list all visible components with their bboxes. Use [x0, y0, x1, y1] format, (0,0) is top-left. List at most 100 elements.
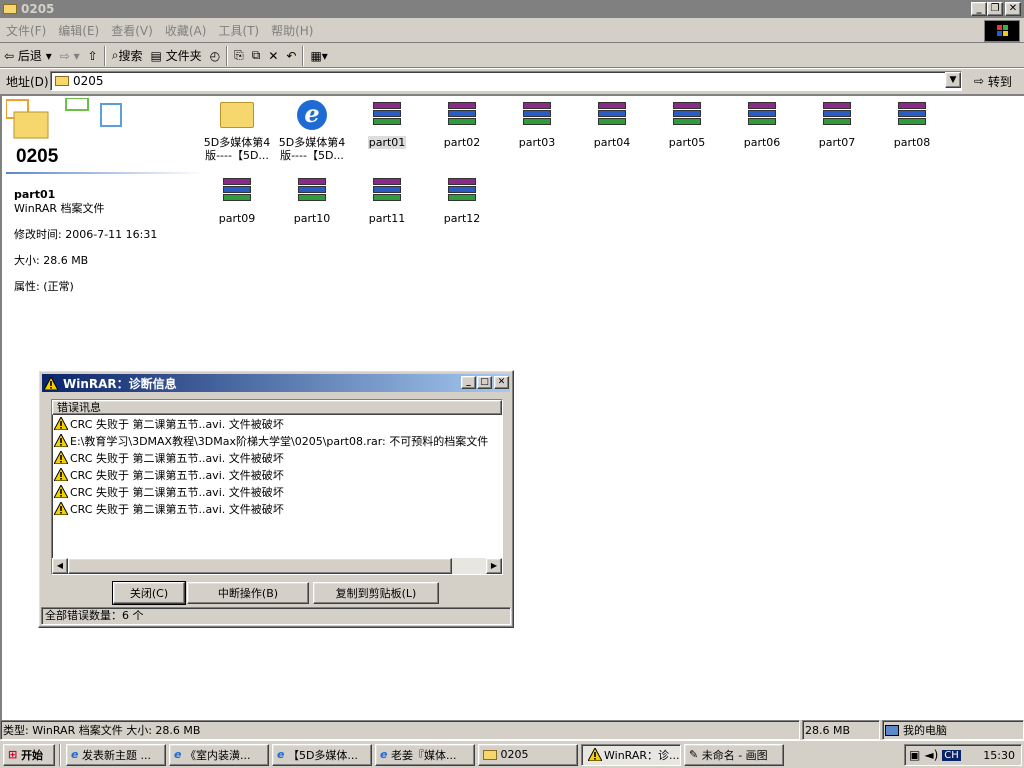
winrar-archive-icon [296, 176, 328, 206]
dialog-maximize-button[interactable]: □ [477, 376, 492, 389]
undo-button[interactable]: ↶ [282, 45, 300, 67]
menu-edit[interactable]: 编辑(E) [52, 22, 105, 39]
file-item[interactable]: 5D多媒体第4版----【5D... [202, 100, 272, 162]
file-item[interactable]: part07 [802, 100, 872, 149]
scroll-right-button[interactable]: ▶ [486, 558, 502, 574]
winrar-archive-icon [446, 176, 478, 206]
menu-help[interactable]: 帮助(H) [265, 22, 319, 39]
scroll-left-button[interactable]: ◀ [52, 558, 68, 574]
menu-favorites[interactable]: 收藏(A) [159, 22, 213, 39]
file-item[interactable]: part05 [652, 100, 722, 149]
folder-graphic-icon [5, 97, 122, 139]
address-input[interactable]: 0205 ▼ [50, 71, 962, 91]
file-item[interactable]: part04 [577, 100, 647, 149]
back-button[interactable]: ⇦ 后退 ▾ [0, 45, 56, 67]
warning-icon [54, 451, 68, 464]
forward-arrow-icon: ⇨ [59, 48, 70, 63]
start-button[interactable]: ⊞ 开始 [3, 743, 55, 766]
details-panel: part01 WinRAR 档案文件 修改时间: 2006-7-11 16:31… [14, 188, 157, 294]
list-item[interactable]: E:\教育学习\3DMAX教程\3DMax阶梯大学堂\0205\part08.r… [52, 432, 502, 449]
taskbar-item[interactable]: ✎ 未命名 - 画图 [684, 743, 784, 766]
file-item[interactable]: e 5D多媒体第4版----【5D... [277, 100, 347, 163]
go-button[interactable]: ⇨ 转到 [970, 70, 1016, 92]
taskbar-item[interactable]: e 老姜『媒体... [375, 743, 475, 766]
forward-button[interactable]: ⇨ ▾ [56, 45, 84, 67]
file-item[interactable]: part12 [427, 176, 497, 225]
search-button[interactable]: ⌕ 搜索 [108, 45, 147, 67]
copy-to-clipboard-button[interactable]: 复制到剪贴板(L) [313, 582, 439, 604]
close-dialog-button[interactable]: 关闭(C) [112, 581, 186, 605]
file-item[interactable]: part03 [502, 100, 572, 149]
status-size: 28.6 MB [802, 720, 880, 740]
language-indicator[interactable]: CH [942, 749, 961, 761]
error-list[interactable]: 错误讯息 CRC 失败于 第二课第五节..avi. 文件被破坏 E:\教育学习\… [51, 399, 503, 575]
volume-icon[interactable]: ◄) [924, 748, 938, 762]
file-item[interactable]: part08 [877, 100, 947, 149]
menu-view[interactable]: 查看(V) [105, 22, 159, 39]
taskbar-item[interactable]: e 发表新主题 ... [66, 743, 166, 766]
close-button[interactable]: ✕ [1005, 2, 1021, 16]
warning-icon [54, 434, 68, 447]
list-item[interactable]: CRC 失败于 第二课第五节..avi. 文件被破坏 [52, 500, 502, 517]
abort-button[interactable]: 中断操作(B) [187, 582, 309, 604]
warning-icon [54, 502, 68, 515]
winrar-archive-icon [371, 176, 403, 206]
file-item[interactable]: part01 [352, 100, 422, 149]
winrar-archive-icon [821, 100, 853, 130]
move-to-icon: ⎘ [234, 48, 244, 62]
list-item[interactable]: CRC 失败于 第二课第五节..avi. 文件被破坏 [52, 449, 502, 466]
folders-icon: ▤ [150, 48, 162, 63]
menu-file[interactable]: 文件(F) [0, 22, 52, 39]
horizontal-scrollbar[interactable]: ◀ ▶ [52, 558, 502, 574]
copy-to-button[interactable]: ⧉ [248, 45, 265, 67]
file-item[interactable]: part02 [427, 100, 497, 149]
minimize-button[interactable]: _ [971, 2, 987, 16]
ie-icon: e [71, 748, 79, 761]
clock: 15:30 [983, 748, 1015, 762]
address-dropdown-button[interactable]: ▼ [945, 72, 961, 88]
file-item[interactable]: part06 [727, 100, 797, 149]
monitor-icon[interactable]: ▣ [909, 748, 920, 762]
my-computer-icon [885, 724, 899, 736]
folders-button[interactable]: ▤ 文件夹 [146, 45, 205, 67]
system-tray: ▣ ◄) CH 15:30 [904, 744, 1022, 766]
delete-button[interactable]: ✕ [264, 45, 282, 67]
views-button[interactable]: ▦ ▾ [306, 45, 331, 67]
taskbar-item[interactable]: 0205 [478, 743, 578, 766]
selected-type: WinRAR 档案文件 [14, 202, 105, 215]
file-item[interactable]: part11 [352, 176, 422, 225]
menu-tools[interactable]: 工具(T) [212, 22, 265, 39]
dialog-minimize-button[interactable]: _ [461, 376, 476, 389]
status-bar: 类型: WinRAR 档案文件 大小: 28.6 MB 28.6 MB 我的电脑 [0, 720, 1024, 740]
winrar-archive-icon [746, 100, 778, 130]
address-label: 地址(D) [6, 74, 49, 89]
list-item[interactable]: CRC 失败于 第二课第五节..avi. 文件被破坏 [52, 415, 502, 432]
file-item[interactable]: part09 [202, 176, 272, 225]
file-item[interactable]: part10 [277, 176, 347, 225]
error-list-header[interactable]: 错误讯息 [52, 400, 502, 415]
window-titlebar[interactable]: 0205 _ ❐ ✕ [0, 0, 1024, 18]
file-attributes: 属性: (正常) [14, 280, 74, 293]
ie-icon: e [174, 748, 182, 761]
window-title: 0205 [21, 2, 55, 16]
warning-icon [54, 468, 68, 481]
list-item[interactable]: CRC 失败于 第二课第五节..avi. 文件被破坏 [52, 483, 502, 500]
internet-explorer-icon: e [297, 100, 327, 130]
modified-time: 修改时间: 2006-7-11 16:31 [14, 228, 158, 241]
maximize-button[interactable]: ❐ [987, 2, 1003, 16]
search-icon: ⌕ [111, 48, 119, 62]
taskbar-item[interactable]: e 《室内装潢... [169, 743, 269, 766]
winrar-archive-icon [596, 100, 628, 130]
toolbar: ⇦ 后退 ▾ ⇨ ▾ ⇧ ⌕ 搜索 ▤ 文件夹 ◴ ⎘ ⧉ ✕ ↶ ▦ ▾ [0, 44, 1024, 68]
taskbar-item-active[interactable]: WinRAR：诊... [581, 743, 681, 766]
move-to-button[interactable]: ⎘ [230, 45, 248, 67]
address-value: 0205 [73, 74, 104, 88]
dialog-close-button[interactable]: ✕ [494, 376, 509, 389]
dialog-titlebar[interactable]: WinRAR：诊断信息 _ □ ✕ [42, 374, 510, 392]
list-item[interactable]: CRC 失败于 第二课第五节..avi. 文件被破坏 [52, 466, 502, 483]
warning-icon [54, 417, 68, 430]
up-folder-button[interactable]: ⇧ [84, 45, 102, 67]
taskbar-item[interactable]: e 【5D多媒体... [272, 743, 372, 766]
scrollbar-thumb[interactable] [68, 558, 452, 574]
history-button[interactable]: ◴ [206, 45, 224, 67]
